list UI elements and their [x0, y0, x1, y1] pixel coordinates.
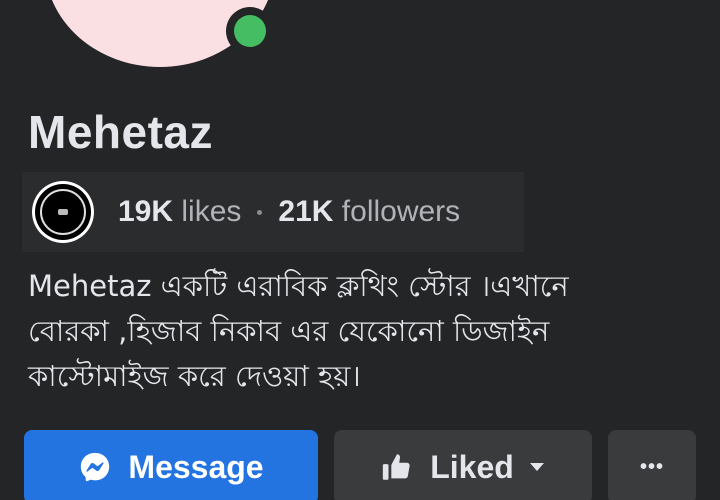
thumbs-up-icon — [380, 450, 414, 484]
page-header: Mehetaz 19K likes 21K followers Mehetaz … — [0, 0, 720, 500]
followers-count: 21K — [278, 195, 334, 228]
followers-stat: 21K followers — [278, 195, 460, 229]
bio-line: Mehetaz একটি এরাবিক ক্লথিং স্টোর ।এখানে — [28, 269, 569, 303]
page-bio: Mehetaz একটি এরাবিক ক্লথিং স্টোর ।এখানে … — [28, 264, 688, 399]
caret-down-icon — [528, 461, 546, 473]
likes-label: likes — [181, 195, 242, 228]
bio-line: কাস্টোমাইজ করে দেওয়া হয়। — [28, 359, 361, 393]
message-button-label: Message — [128, 448, 264, 485]
avatar-ring — [35, 184, 91, 240]
liked-button-label: Liked — [430, 448, 514, 485]
avatar-inner-ring — [40, 189, 86, 235]
more-dots-icon: ••• — [639, 455, 664, 478]
avatar-logo-mark — [58, 209, 68, 215]
stats-row[interactable]: 19K likes 21K followers — [22, 172, 524, 252]
liked-button[interactable]: Liked — [334, 430, 592, 500]
likes-stat: 19K likes — [118, 195, 241, 229]
messenger-icon — [78, 450, 112, 484]
followers-label: followers — [341, 195, 461, 228]
likes-count: 19K — [118, 195, 174, 228]
separator-dot — [257, 209, 263, 215]
more-options-button[interactable]: ••• — [608, 430, 696, 500]
online-dot — [234, 15, 266, 47]
online-status-indicator — [226, 7, 274, 55]
follower-avatar — [32, 181, 94, 243]
message-button[interactable]: Message — [24, 430, 318, 500]
page-title: Mehetaz — [28, 106, 213, 158]
bio-line: বোরকা ,হিজাব নিকাব এর যেকোনো ডিজাইন — [28, 314, 550, 348]
